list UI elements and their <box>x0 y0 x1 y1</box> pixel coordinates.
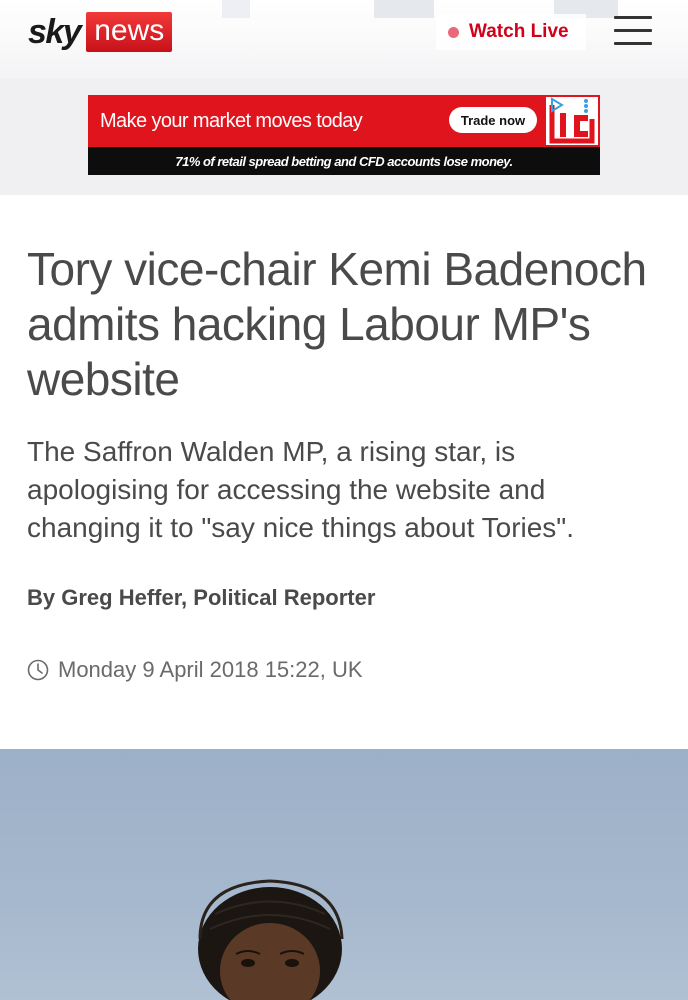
portrait-photo <box>198 879 344 1000</box>
advertisement-banner[interactable]: Make your market moves today Trade now 7… <box>88 95 600 175</box>
article-byline[interactable]: By Greg Heffer, Political Reporter <box>27 585 375 611</box>
hamburger-menu-icon[interactable] <box>614 16 652 46</box>
watch-live-button[interactable]: Watch Live <box>436 14 586 50</box>
ig-logo-icon[interactable] <box>546 97 598 145</box>
ad-headline: Make your market moves today <box>100 109 363 132</box>
menu-bar <box>614 42 652 45</box>
clock-icon <box>27 659 49 681</box>
sky-news-logo[interactable]: sky news <box>28 12 173 52</box>
header-decoration <box>222 0 250 18</box>
ad-container: Make your market moves today Trade now 7… <box>0 78 688 195</box>
trade-now-button[interactable]: Trade now <box>449 107 537 133</box>
menu-bar <box>614 29 652 32</box>
article-headline: Tory vice-chair Kemi Badenoch admits hac… <box>27 243 647 405</box>
logo-news-badge: news <box>86 12 173 52</box>
article-standfirst: The Saffron Walden MP, a rising star, is… <box>27 436 575 543</box>
article-timestamp: Monday 9 April 2018 15:22, UK <box>27 656 363 684</box>
header-decoration <box>374 0 434 18</box>
watch-live-label: Watch Live <box>469 21 569 42</box>
article-lead-image[interactable] <box>0 749 688 1000</box>
logo-sky-text: sky <box>28 13 82 51</box>
live-dot-icon <box>448 26 459 38</box>
site-header: sky news Watch Live <box>0 0 688 78</box>
ad-risk-disclaimer: 71% of retail spread betting and CFD acc… <box>88 147 600 175</box>
timestamp-text: Monday 9 April 2018 15:22, UK <box>58 657 363 682</box>
menu-bar <box>614 16 652 19</box>
